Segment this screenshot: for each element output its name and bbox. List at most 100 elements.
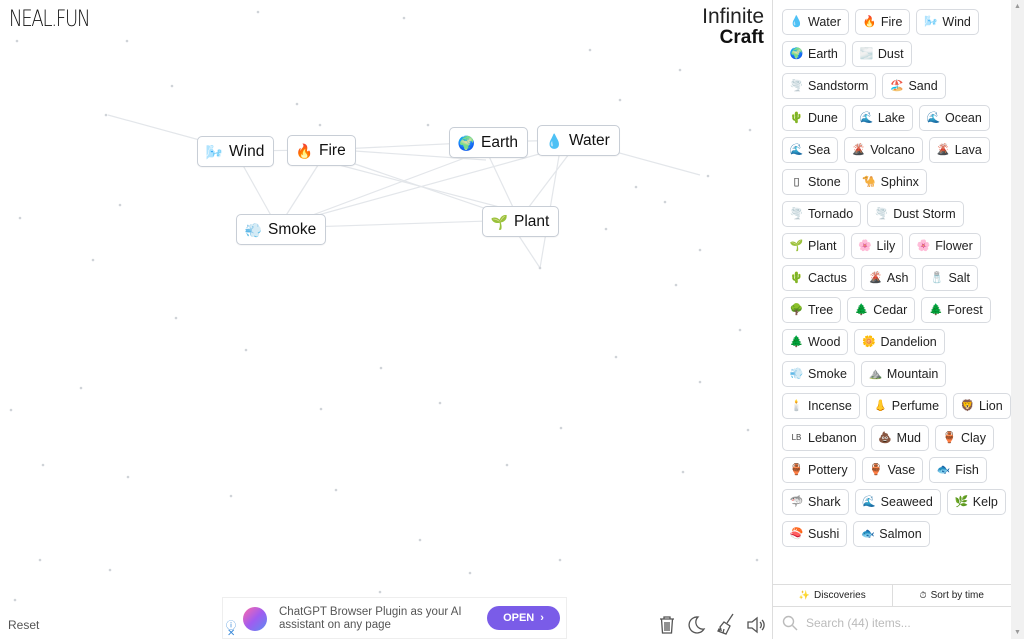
sidebar-item-salt[interactable]: 🧂 Salt [922, 265, 978, 291]
water-icon: 💧 [789, 15, 804, 28]
broom-icon[interactable] [715, 613, 737, 635]
background-dot [118, 203, 122, 207]
canvas-node-earth[interactable]: 🌍 Earth [449, 127, 529, 158]
sidebar-item-seaweed[interactable]: 🌊 Seaweed [854, 489, 941, 515]
background-dot [378, 590, 382, 594]
canvas-node-plant[interactable]: 🌱 Plant [482, 206, 560, 237]
scroll-up-icon[interactable]: ▲ [1014, 3, 1021, 10]
sidebar-item-water[interactable]: 💧 Water [782, 9, 849, 35]
sidebar-item-ash[interactable]: 🌋 Ash [860, 265, 917, 291]
sound-icon[interactable] [745, 614, 767, 636]
sidebar-item-lake[interactable]: 🌊 Lake [851, 105, 913, 131]
sidebar-item-fish[interactable]: 🐟 Fish [929, 457, 987, 483]
sidebar-item-pottery[interactable]: 🏺 Pottery [782, 457, 856, 483]
sidebar-item-mountain[interactable]: ⛰️ Mountain [860, 361, 947, 387]
item-label: Smoke [808, 367, 847, 381]
scroll-down-icon[interactable]: ▼ [1014, 629, 1021, 636]
item-label: Mountain [886, 367, 939, 381]
reset-button[interactable]: Reset [8, 618, 39, 632]
background-dot [558, 558, 562, 562]
sidebar-item-dust-storm[interactable]: 🌪️ Dust Storm [867, 201, 964, 227]
background-dot [170, 84, 174, 88]
crafting-canvas[interactable]: NEAL.FUN Infinite Craft 🌬️ Wind 🔥 Fire 🌍… [0, 0, 772, 639]
canvas-node-wind[interactable]: 🌬️ Wind [197, 136, 275, 167]
cactus-icon: 🌵 [789, 111, 804, 124]
sidebar-item-flower[interactable]: 🌸 Flower [909, 233, 981, 259]
ad-banner[interactable]: ⓘ ✕ ChatGPT Browser Plugin as your AI as… [222, 597, 567, 639]
sidebar-item-lava[interactable]: 🌋 Lava [928, 137, 990, 163]
sidebar-item-stone[interactable]: ▯ Stone [782, 169, 849, 195]
item-label: Ocean [945, 111, 982, 125]
neal-fun-logo[interactable]: NEAL.FUN [9, 7, 90, 32]
canvas-node-fire[interactable]: 🔥 Fire [287, 135, 356, 166]
background-dot [379, 366, 383, 370]
sidebar-item-forest[interactable]: 🌲 Forest [921, 297, 991, 323]
scrollbar[interactable]: ▲ ▼ [1011, 0, 1024, 639]
sidebar-item-volcano[interactable]: 🌋 Volcano [844, 137, 923, 163]
mountain-icon: ⛰️ [868, 367, 883, 380]
background-dot [108, 568, 112, 572]
sidebar-item-sea[interactable]: 🌊 Sea [782, 137, 839, 163]
sidebar-item-dune[interactable]: 🌵 Dune [782, 105, 846, 131]
search-bar [773, 607, 1011, 639]
item-label: Perfume [891, 399, 940, 413]
sidebar-item-ocean[interactable]: 🌊 Ocean [919, 105, 990, 131]
sushi-icon: 🍣 [789, 527, 804, 540]
background-dot [468, 571, 472, 575]
sidebar-item-vase[interactable]: 🏺 Vase [861, 457, 924, 483]
item-label: Dandelion [880, 335, 937, 349]
item-label: Lebanon [808, 431, 857, 445]
background-dot [678, 68, 682, 72]
sidebar-item-earth[interactable]: 🌍 Earth [782, 41, 846, 67]
background-dot [618, 98, 622, 102]
sidebar-item-cedar[interactable]: 🌲 Cedar [847, 297, 916, 323]
sidebar-item-clay[interactable]: 🏺 Clay [935, 425, 995, 451]
sidebar-item-sandstorm[interactable]: 🌪️ Sandstorm [782, 73, 877, 99]
infinite-craft-logo: Infinite Craft [702, 6, 764, 47]
item-label: Cactus [808, 271, 847, 285]
background-dot [588, 48, 592, 52]
sidebar-item-dandelion[interactable]: 🌼 Dandelion [854, 329, 945, 355]
sidebar-item-lion[interactable]: 🦁 Lion [953, 393, 1011, 419]
item-label: Sandstorm [808, 79, 869, 93]
sidebar-item-sphinx[interactable]: 🐪 Sphinx [854, 169, 927, 195]
canvas-node-water[interactable]: 💧 Water [537, 125, 620, 156]
sidebar-item-salmon[interactable]: 🐟 Salmon [853, 521, 930, 547]
sidebar-item-lebanon[interactable]: LB Lebanon [782, 425, 865, 451]
sidebar-item-incense[interactable]: 🕯️ Incense [782, 393, 860, 419]
sidebar-item-wood[interactable]: 🌲 Wood [782, 329, 849, 355]
sidebar-item-fire[interactable]: 🔥 Fire [854, 9, 911, 35]
sidebar-item-sand[interactable]: 🏖️ Sand [882, 73, 946, 99]
item-label: Kelp [972, 495, 998, 509]
item-label: Plant [808, 239, 837, 253]
sidebar-item-mud[interactable]: 💩 Mud [870, 425, 929, 451]
tab-discoveries[interactable]: ✨ Discoveries [773, 585, 892, 606]
sidebar-item-lily[interactable]: 🌸 Lily [850, 233, 904, 259]
sidebar-item-shark[interactable]: 🦈 Shark [782, 489, 849, 515]
ad-close-icon[interactable]: ✕ [227, 628, 235, 639]
background-dot [748, 128, 752, 132]
sidebar-item-plant[interactable]: 🌱 Plant [782, 233, 845, 259]
moon-icon[interactable] [685, 614, 707, 636]
sidebar-item-cactus[interactable]: 🌵 Cactus [782, 265, 855, 291]
canvas-node-smoke[interactable]: 💨 Smoke [236, 214, 327, 245]
ad-open-button[interactable]: OPEN › [487, 606, 560, 630]
sidebar-item-wind[interactable]: 🌬️ Wind [916, 9, 979, 35]
sidebar-item-tornado[interactable]: 🌪️ Tornado [782, 201, 862, 227]
background-dot [15, 39, 19, 43]
tab-sort-by-time[interactable]: ⏱ Sort by time [891, 585, 1012, 606]
background-dot [698, 248, 702, 252]
item-list: 💧 Water 🔥 Fire 🌬️ Wind 🌍 Earth 🌫️ Dust 🌪️ Sandstorm… [773, 0, 1011, 583]
item-label: Flower [935, 239, 973, 253]
volcano-icon: 🌋 [851, 143, 866, 156]
sidebar-item-dust[interactable]: 🌫️ Dust [851, 41, 912, 67]
trash-icon[interactable] [656, 614, 678, 636]
search-input[interactable] [806, 616, 996, 630]
sidebar-item-tree[interactable]: 🌳 Tree [782, 297, 842, 323]
sidebar-item-perfume[interactable]: 👃 Perfume [865, 393, 948, 419]
wave-icon: 🌊 [859, 111, 874, 124]
sidebar-item-sushi[interactable]: 🍣 Sushi [782, 521, 848, 547]
sidebar-item-smoke[interactable]: 💨 Smoke [782, 361, 855, 387]
evergreen-icon: 🌲 [928, 303, 943, 316]
sidebar-item-kelp[interactable]: 🌿 Kelp [946, 489, 1006, 515]
